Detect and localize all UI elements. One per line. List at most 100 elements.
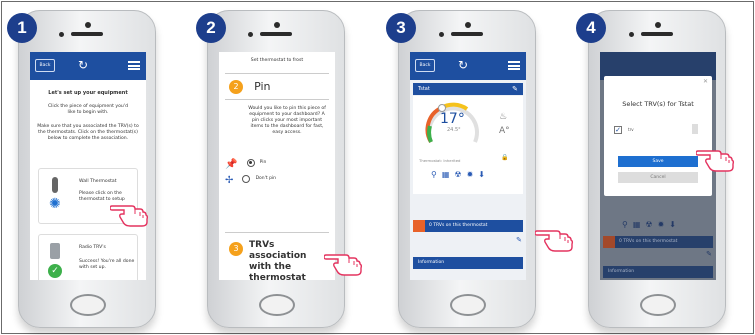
zone-name: Tstat bbox=[418, 86, 430, 92]
card-trv[interactable]: ✓ Radio TRV's Success! You're all done w… bbox=[38, 234, 138, 280]
auto-icon[interactable]: A° bbox=[499, 126, 510, 136]
divider bbox=[225, 99, 329, 100]
thermostat-card: 17° 24.5° ♨ A° Thermostat: Inherited 🔒 ⚲… bbox=[413, 96, 523, 194]
trv-checkbox-label: trv bbox=[628, 127, 634, 132]
trv-icon bbox=[50, 243, 60, 259]
lock-icon: 🔒 bbox=[501, 154, 509, 161]
heat-icon: ♨ bbox=[499, 112, 508, 122]
frost-text: Set thermostat to frost bbox=[250, 58, 304, 63]
home-button bbox=[640, 294, 676, 316]
pin-section-header: 2 Pin bbox=[229, 76, 271, 94]
schedule-icon[interactable]: ▦ bbox=[442, 170, 455, 179]
information-bar: Information bbox=[413, 257, 523, 269]
radio-selected[interactable] bbox=[246, 158, 255, 167]
home-button bbox=[259, 294, 295, 316]
step-badge-1: 1 bbox=[7, 13, 37, 43]
speaker bbox=[641, 32, 673, 36]
trv-checkbox[interactable]: ✓ bbox=[614, 126, 622, 134]
save-button[interactable]: Save bbox=[618, 156, 698, 167]
home-button bbox=[70, 294, 106, 316]
phone-step-1: Back ↻ Let's set up your equipment Click… bbox=[18, 10, 156, 328]
phone-step-3: Back ↻ Tstat ✎ 17° 24.5° ♨ A° Thermostat… bbox=[398, 10, 536, 328]
pointing-hand-icon bbox=[534, 222, 575, 252]
card-thermostat-title: Wall Thermostat bbox=[79, 179, 117, 184]
current-temperature: 17° bbox=[440, 111, 465, 127]
sync-icon[interactable]: ↻ bbox=[78, 58, 88, 72]
speaker bbox=[260, 32, 292, 36]
menu-icon[interactable] bbox=[508, 61, 520, 70]
speaker bbox=[451, 32, 483, 36]
pin-title: Pin bbox=[254, 80, 271, 93]
dimmed-information-bar: Information bbox=[603, 266, 713, 278]
camera bbox=[274, 22, 280, 28]
step-badge-3: 3 bbox=[386, 13, 416, 43]
sensor bbox=[59, 32, 64, 37]
pointing-hand-icon bbox=[109, 197, 150, 227]
camera bbox=[655, 22, 661, 28]
step-badge-2: 2 bbox=[196, 13, 226, 43]
pin-step-number: 2 bbox=[229, 79, 243, 94]
boost-icon[interactable]: ☢ bbox=[454, 170, 466, 179]
setup-heading: Let's set up your equipment bbox=[48, 90, 128, 96]
pointing-hand-icon bbox=[695, 142, 736, 172]
gear-icon: ✺ bbox=[49, 196, 61, 212]
setup-desc: Make sure that you associated the TRV(s)… bbox=[37, 124, 139, 141]
divider bbox=[225, 232, 329, 233]
card-trv-title: Radio TRV's bbox=[79, 245, 106, 250]
sensor bbox=[439, 32, 444, 37]
cancel-button[interactable]: Cancel bbox=[618, 172, 698, 183]
thermostat-actions: ⚲▦☢✹⬇ bbox=[431, 170, 490, 179]
pointing-hand-icon bbox=[323, 246, 364, 276]
camera bbox=[85, 22, 91, 28]
close-icon[interactable]: ✕ bbox=[703, 78, 708, 85]
select-trv-dialog: ✕ Select TRV(s) for Tstat ✓ trv Save Can… bbox=[604, 76, 712, 196]
dimmed-actions: ⚲▦☢✹⬇ bbox=[622, 220, 681, 229]
settings-icon[interactable]: ✹ bbox=[467, 170, 479, 179]
menu-icon[interactable] bbox=[128, 61, 140, 70]
screen-2: Set thermostat to frost 2 Pin Would you … bbox=[219, 52, 335, 280]
pin-option-label: Pin bbox=[259, 160, 267, 165]
thermostat-mode-text: Thermostat: Inherited bbox=[419, 158, 461, 163]
trv-banner-text: 0 TRVs on this thermostat bbox=[429, 223, 488, 228]
dimmed-edit-icon: ✎ bbox=[706, 250, 712, 258]
screen-3: Back ↻ Tstat ✎ 17° 24.5° ♨ A° Thermostat… bbox=[410, 52, 526, 280]
unpin-icon: ✢ bbox=[225, 175, 234, 186]
speaker bbox=[71, 32, 103, 36]
screen-1: Back ↻ Let's set up your equipment Click… bbox=[30, 52, 146, 280]
radio-unselected[interactable] bbox=[242, 174, 251, 183]
check-icon: ✓ bbox=[48, 264, 62, 278]
pin-option[interactable]: 📌 Pin bbox=[225, 152, 267, 170]
trv-banner-icon bbox=[603, 236, 615, 248]
app-header: Back ↻ bbox=[410, 52, 526, 80]
information-label: Information bbox=[608, 269, 635, 274]
camera bbox=[465, 22, 471, 28]
trv-banner-icon bbox=[413, 220, 425, 232]
phone-step-2: Set thermostat to frost 2 Pin Would you … bbox=[207, 10, 345, 328]
setup-intro: Click the piece of equipment you'd like … bbox=[47, 104, 129, 115]
trv-step-number: 3 bbox=[229, 242, 243, 256]
sync-icon[interactable]: ↻ bbox=[458, 58, 468, 72]
zone-bar: Tstat ✎ bbox=[413, 83, 523, 95]
back-button[interactable]: Back bbox=[415, 59, 435, 72]
back-button[interactable]: Back bbox=[35, 59, 55, 72]
home-button bbox=[450, 294, 486, 316]
setpoint-temperature: 24.5° bbox=[447, 127, 461, 133]
edit-trv-icon[interactable]: ✎ bbox=[516, 236, 522, 244]
search-icon[interactable]: ⚲ bbox=[431, 170, 442, 179]
trv-banner[interactable]: 0 TRVs on this thermostat bbox=[413, 220, 523, 232]
dimmed-trv-banner: 0 TRVs on this thermostat bbox=[603, 236, 713, 248]
thermometer-icon bbox=[52, 177, 58, 193]
pin-description: Would you like to pin this piece of equi… bbox=[248, 106, 326, 135]
card-trv-text: Success! You're all done with set up. bbox=[79, 259, 135, 270]
trv-banner-text: 0 TRVs on this thermostat bbox=[619, 239, 678, 244]
down-arrow-icon[interactable]: ⬇ bbox=[478, 170, 490, 179]
sensor bbox=[629, 32, 634, 37]
edit-icon[interactable]: ✎ bbox=[512, 83, 518, 95]
no-pin-option[interactable]: ✢ Don't pin bbox=[225, 168, 277, 186]
no-pin-option-label: Don't pin bbox=[255, 176, 277, 181]
trv-item-icon bbox=[692, 124, 698, 134]
step-badge-4: 4 bbox=[576, 13, 606, 43]
app-header: Back ↻ bbox=[30, 52, 146, 80]
sensor bbox=[248, 32, 253, 37]
dialog-title: Select TRV(s) for Tstat bbox=[622, 100, 694, 108]
